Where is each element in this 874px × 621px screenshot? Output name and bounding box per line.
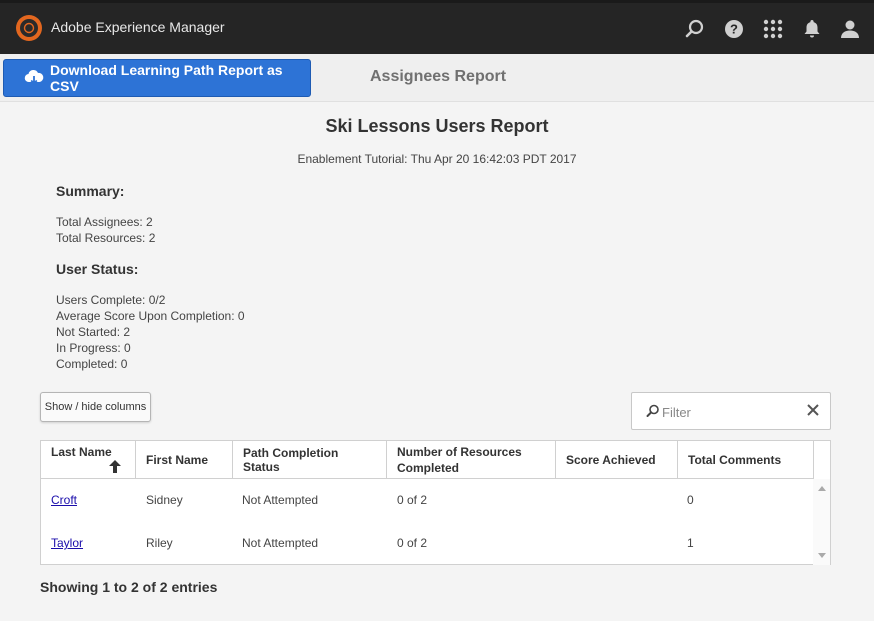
resources-cell: 0 of 2 bbox=[397, 493, 428, 507]
filter-input[interactable] bbox=[662, 402, 802, 422]
apps-grid-icon[interactable] bbox=[761, 17, 785, 41]
report-title: Ski Lessons Users Report bbox=[325, 116, 549, 136]
resources-cell: 0 of 2 bbox=[397, 536, 428, 550]
comments-cell: 1 bbox=[687, 536, 694, 550]
last-name-link[interactable]: Taylor bbox=[51, 536, 83, 550]
svg-text:?: ? bbox=[730, 22, 738, 37]
table-info: Showing 1 to 2 of 2 entries bbox=[40, 579, 218, 595]
first-name-cell: Riley bbox=[146, 536, 173, 550]
average-score: Average Score Upon Completion: 0 bbox=[56, 309, 245, 323]
assignees-table: Last Name First Name Path Completion Sta… bbox=[40, 440, 831, 565]
table-header: Last Name First Name Path Completion Sta… bbox=[41, 441, 814, 479]
last-name-link[interactable]: Croft bbox=[51, 493, 77, 507]
table-row: Croft Sidney Not Attempted 0 of 2 0 bbox=[41, 479, 814, 522]
summary-heading: Summary: bbox=[56, 183, 125, 199]
table-scrollbar[interactable] bbox=[813, 479, 830, 565]
action-bar: Download Learning Path Report as CSV Ass… bbox=[0, 54, 874, 102]
search-icon[interactable] bbox=[683, 17, 707, 41]
path-status-cell: Not Attempted bbox=[242, 493, 319, 507]
report-subtitle: Enablement Tutorial: Thu Apr 20 16:42:03… bbox=[297, 152, 577, 166]
in-progress: In Progress: 0 bbox=[56, 341, 131, 355]
column-header-comments[interactable]: Total Comments bbox=[678, 441, 814, 479]
search-icon bbox=[646, 404, 660, 423]
total-assignees: Total Assignees: 2 bbox=[56, 215, 153, 229]
column-header-resources[interactable]: Number of Resources Completed bbox=[387, 441, 556, 479]
assignees-report-title: Assignees Report bbox=[370, 68, 507, 85]
column-header-last-name[interactable]: Last Name bbox=[41, 441, 136, 479]
user-status-heading: User Status: bbox=[56, 261, 139, 277]
filter-box bbox=[631, 392, 831, 430]
close-icon[interactable] bbox=[806, 403, 820, 422]
scroll-down-icon[interactable] bbox=[818, 553, 826, 558]
show-hide-columns-button[interactable]: Show / hide columns bbox=[40, 392, 151, 422]
column-header-path-status[interactable]: Path Completion Status bbox=[233, 441, 387, 479]
column-header-first-name[interactable]: First Name bbox=[136, 441, 233, 479]
users-complete: Users Complete: 0/2 bbox=[56, 293, 166, 307]
top-bar: Adobe Experience Manager ? bbox=[0, 0, 874, 54]
app-title[interactable]: Adobe Experience Manager bbox=[51, 19, 225, 35]
not-started: Not Started: 2 bbox=[56, 325, 131, 339]
path-status-cell: Not Attempted bbox=[242, 536, 319, 550]
comments-cell: 0 bbox=[687, 493, 694, 507]
download-csv-label: Download Learning Path Report as CSV bbox=[50, 62, 283, 94]
bell-icon[interactable] bbox=[800, 17, 824, 41]
scroll-up-icon[interactable] bbox=[818, 486, 826, 491]
column-header-score[interactable]: Score Achieved bbox=[556, 441, 678, 479]
total-resources: Total Resources: 2 bbox=[56, 231, 156, 245]
user-icon[interactable] bbox=[838, 17, 862, 41]
help-icon[interactable]: ? bbox=[722, 17, 746, 41]
cloud-download-icon bbox=[24, 69, 44, 87]
table-row: Taylor Riley Not Attempted 0 of 2 1 bbox=[41, 522, 814, 565]
download-csv-button[interactable]: Download Learning Path Report as CSV bbox=[3, 59, 311, 97]
completed: Completed: 0 bbox=[56, 357, 128, 371]
first-name-cell: Sidney bbox=[146, 493, 183, 507]
adobe-logo-icon[interactable] bbox=[16, 15, 42, 41]
sort-up-icon bbox=[109, 460, 121, 476]
